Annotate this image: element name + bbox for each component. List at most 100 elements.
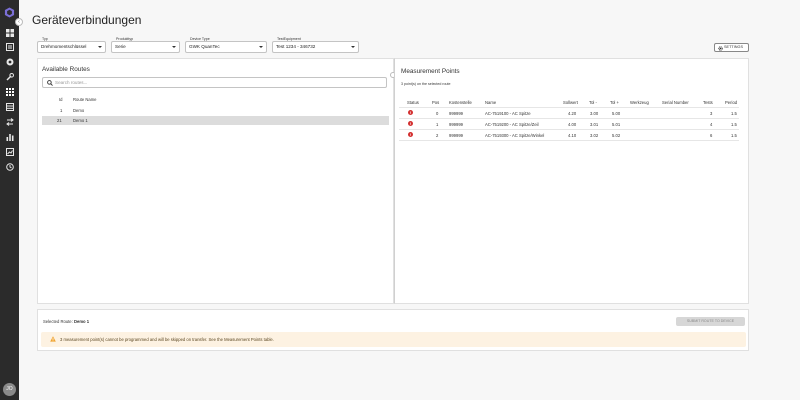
chevron-down-icon bbox=[172, 46, 176, 48]
warning-banner: 3 measurement point(s) cannot be program… bbox=[41, 332, 746, 347]
period-cell: 1.5 bbox=[731, 133, 737, 138]
type-select[interactable]: Typ Drehmomentschlüssel bbox=[37, 37, 106, 53]
column-header-werkzeug[interactable]: Werkzeug bbox=[630, 100, 649, 105]
settings-label: SETTINGS bbox=[724, 45, 743, 49]
available-routes-title: Available Routes bbox=[42, 66, 90, 73]
route-id: 1 bbox=[60, 108, 63, 113]
dashboard-icon[interactable] bbox=[4, 27, 15, 38]
column-header-tests[interactable]: Tests bbox=[703, 100, 713, 105]
column-header-sollwert[interactable]: Sollwert bbox=[563, 100, 578, 105]
selected-route-label: Selected Route: bbox=[43, 319, 73, 324]
sidebar-collapse-button[interactable]: ‹ bbox=[15, 18, 23, 26]
transfer-icon[interactable] bbox=[4, 116, 15, 127]
product-type-value: Serie bbox=[115, 44, 126, 49]
selected-route-value: Demo 1 bbox=[73, 319, 90, 324]
route-row-selected[interactable]: 21 Demo 1 bbox=[42, 116, 389, 125]
device-type-label: Device Type bbox=[189, 37, 211, 41]
name-cell: AC-7519100 - AC Spitze bbox=[485, 111, 531, 116]
kostenstelle-cell: 999999 bbox=[449, 133, 463, 138]
submit-route-button[interactable]: SUBMIT ROUTE TO DEVICE bbox=[676, 317, 745, 326]
route-name: Demo 1 bbox=[73, 118, 88, 123]
sollwert-cell: 4.00 bbox=[568, 122, 577, 127]
tests-cell: 4 bbox=[710, 122, 713, 127]
tol-plus-cell: 5.02 bbox=[612, 133, 621, 138]
pos-cell: 1 bbox=[436, 122, 439, 127]
column-header-id[interactable]: Id bbox=[59, 97, 63, 102]
sollwert-cell: 4.20 bbox=[568, 111, 577, 116]
device-type-value: GWK QuanTec bbox=[189, 44, 220, 49]
table-header: Status Pos Kostenstelle Name Sollwert To… bbox=[399, 97, 739, 108]
error-icon: ! bbox=[408, 132, 413, 137]
measurement-points-count: 3 point(s) on the selected route bbox=[401, 82, 451, 86]
kostenstelle-cell: 999999 bbox=[449, 111, 463, 116]
error-icon: ! bbox=[408, 110, 413, 115]
column-header-name[interactable]: Name bbox=[485, 100, 496, 105]
chevron-down-icon bbox=[259, 46, 263, 48]
warning-text: 3 measurement point(s) cannot be program… bbox=[60, 337, 274, 342]
column-header-pos[interactable]: Pos bbox=[432, 100, 439, 105]
route-id: 21 bbox=[57, 118, 62, 123]
route-row[interactable]: 1 Demo bbox=[42, 106, 389, 115]
type-label: Typ bbox=[41, 37, 49, 41]
report-icon[interactable] bbox=[4, 146, 15, 157]
user-avatar[interactable]: JO bbox=[3, 383, 16, 396]
test-equipment-label: TestEquipment bbox=[276, 37, 302, 41]
product-type-select[interactable]: Produkttyp Serie bbox=[111, 37, 180, 53]
history-icon[interactable] bbox=[4, 161, 15, 172]
gear-icon bbox=[718, 45, 723, 51]
wrench-icon[interactable] bbox=[4, 71, 15, 82]
period-cell: 1.5 bbox=[731, 122, 737, 127]
table-row[interactable]: ! 1 999999 AC-7519200 - AC Spitze/Zeil 4… bbox=[399, 119, 739, 130]
column-header-serial-number[interactable]: Serial Number bbox=[662, 100, 689, 105]
table-row[interactable]: ! 0 999999 AC-7519100 - AC Spitze 4.20 3… bbox=[399, 108, 739, 119]
tests-cell: 3 bbox=[710, 111, 713, 116]
measurement-points-table: Status Pos Kostenstelle Name Sollwert To… bbox=[399, 97, 739, 141]
route-search-input[interactable]: Search routes... bbox=[42, 77, 387, 88]
sollwert-cell: 4.10 bbox=[568, 133, 577, 138]
route-name: Demo bbox=[73, 108, 85, 113]
sidebar: ‹ JO bbox=[0, 0, 23, 400]
tol-plus-cell: 5.01 bbox=[612, 122, 621, 127]
list-icon[interactable] bbox=[4, 101, 15, 112]
column-header-period[interactable]: Period bbox=[725, 100, 737, 105]
error-icon: ! bbox=[408, 121, 413, 126]
tol-plus-cell: 5.00 bbox=[612, 111, 621, 116]
table-row[interactable]: ! 2 999999 AC-7519300 - AC Spitze/Winkel… bbox=[399, 130, 739, 141]
page-title: Geräteverbindungen bbox=[32, 13, 142, 27]
name-cell: AC-7519200 - AC Spitze/Zeil bbox=[485, 122, 539, 127]
tests-cell: 6 bbox=[710, 133, 713, 138]
column-header-route-name[interactable]: Route Name bbox=[73, 97, 97, 102]
circle-icon[interactable] bbox=[4, 56, 15, 67]
settings-button[interactable]: SETTINGS bbox=[714, 43, 749, 52]
measurement-points-title: Measurement Points bbox=[401, 68, 460, 75]
bar-chart-icon[interactable] bbox=[4, 131, 15, 142]
search-placeholder: Search routes... bbox=[55, 80, 88, 85]
tol-minus-cell: 3.02 bbox=[590, 133, 599, 138]
transfer-footer: Selected Route: Demo 1 SUBMIT ROUTE TO D… bbox=[37, 309, 749, 351]
column-header-tol-plus[interactable]: Tol + bbox=[610, 100, 619, 105]
available-routes-panel: Available Routes Search routes... Id Rou… bbox=[37, 58, 394, 304]
chevron-down-icon bbox=[98, 46, 102, 48]
chevron-down-icon bbox=[351, 46, 355, 48]
selected-route: Selected Route: Demo 1 bbox=[43, 319, 89, 324]
product-type-label: Produkttyp bbox=[115, 37, 135, 41]
kostenstelle-cell: 999999 bbox=[449, 122, 463, 127]
app-logo-icon[interactable] bbox=[4, 7, 15, 18]
period-cell: 1.5 bbox=[731, 111, 737, 116]
measurement-points-panel: Measurement Points 3 point(s) on the sel… bbox=[394, 58, 749, 304]
tol-minus-cell: 3.01 bbox=[590, 122, 599, 127]
test-equipment-select[interactable]: TestEquipment Test 1234 - 346732 bbox=[272, 37, 359, 53]
name-cell: AC-7519300 - AC Spitze/Winkel bbox=[485, 133, 545, 138]
column-header-kostenstelle[interactable]: Kostenstelle bbox=[449, 100, 472, 105]
search-icon bbox=[47, 80, 53, 86]
device-type-select[interactable]: Device Type GWK QuanTec bbox=[185, 37, 267, 53]
pos-cell: 2 bbox=[436, 133, 439, 138]
column-header-status[interactable]: Status bbox=[407, 100, 419, 105]
tol-minus-cell: 3.00 bbox=[590, 111, 599, 116]
document-icon[interactable] bbox=[4, 41, 15, 52]
type-value: Drehmomentschlüssel bbox=[41, 44, 87, 49]
test-equipment-value: Test 1234 - 346732 bbox=[276, 44, 316, 49]
grid-icon[interactable] bbox=[4, 86, 15, 97]
column-header-tol-minus[interactable]: Tol - bbox=[589, 100, 597, 105]
pos-cell: 0 bbox=[436, 111, 439, 116]
